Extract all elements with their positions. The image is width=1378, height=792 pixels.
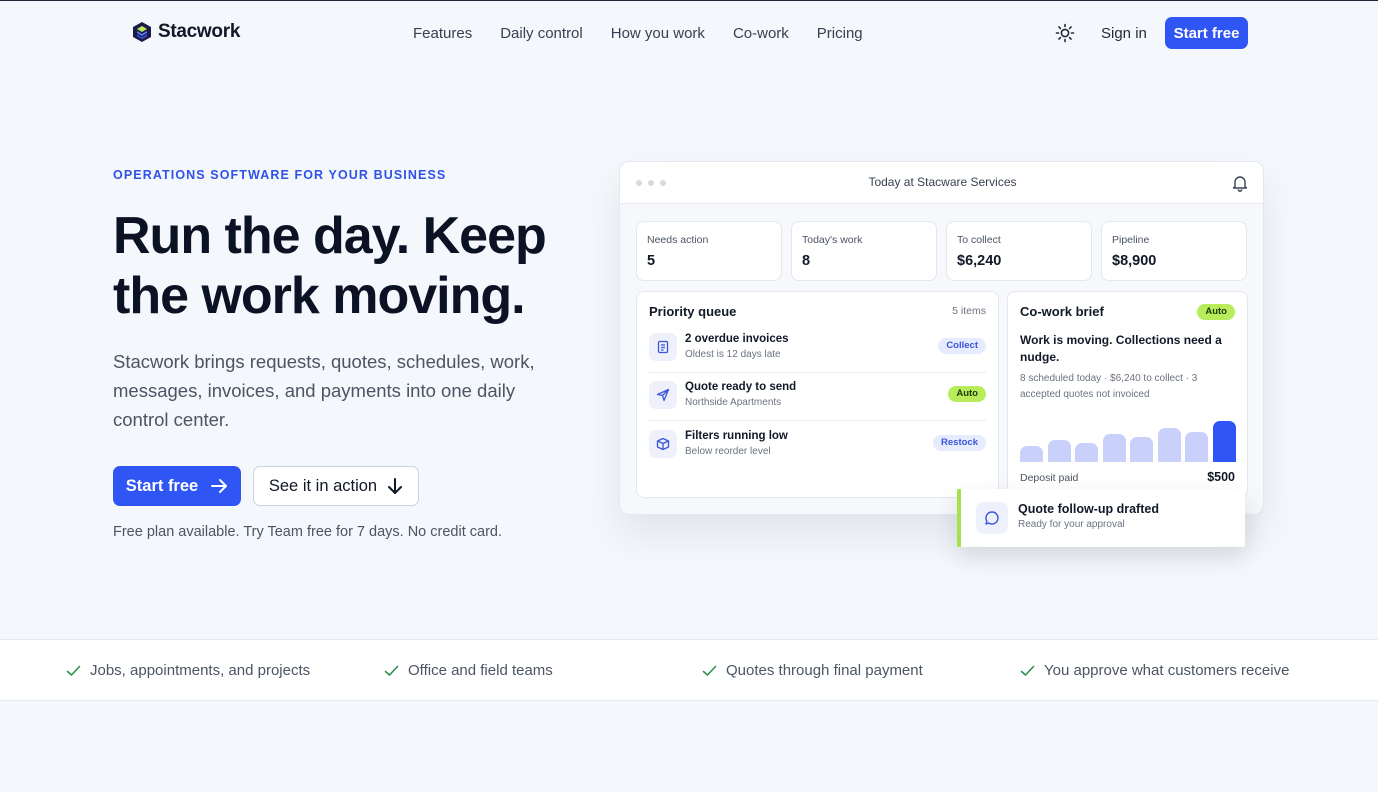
brief-title: Co-work brief [1020, 304, 1104, 319]
nav-start-free-button[interactable]: Start free [1165, 17, 1248, 49]
check-icon [66, 665, 81, 676]
toast-title: Quote follow-up drafted [1018, 502, 1159, 516]
package-icon [649, 430, 677, 458]
feature-item: Office and field teams [384, 662, 553, 679]
brief-bar [1075, 443, 1098, 462]
feature-item: You approve what customers receive [1020, 662, 1289, 679]
stat-card-to-collect[interactable]: To collect $6,240 [946, 221, 1092, 281]
brief-bar [1102, 434, 1126, 462]
queue-item-title: 2 overdue invoices [685, 333, 789, 345]
restock-badge[interactable]: Restock [933, 435, 986, 451]
stat-card-todays-work[interactable]: Today's work 8 [791, 221, 937, 281]
queue-item-title: Filters running low [685, 430, 788, 442]
nav-link-co-work[interactable]: Co-work [733, 25, 789, 42]
brief-bar [1212, 421, 1236, 462]
hero-headline: Run the day. Keep the work moving. [113, 207, 547, 325]
toast-subtitle: Ready for your approval [1018, 519, 1125, 530]
feature-item: Jobs, appointments, and projects [66, 662, 310, 679]
queue-item-filters-low[interactable]: Filters running low Below reorder level … [649, 422, 986, 470]
brief-bar [1130, 437, 1153, 462]
nav-links: Features Daily control How you work Co-w… [413, 25, 863, 42]
chat-bubble-icon [976, 502, 1008, 534]
hero-subtext: Stacwork brings requests, quotes, schedu… [113, 351, 535, 430]
check-icon [1020, 665, 1035, 676]
nav-link-pricing[interactable]: Pricing [817, 25, 863, 42]
nav-link-how-you-work[interactable]: How you work [611, 25, 705, 42]
auto-badge[interactable]: Auto [948, 386, 986, 402]
stacwork-logo-icon [133, 22, 151, 42]
brief-detail: 8 scheduled today · $6,240 to collect · … [1020, 373, 1198, 400]
feature-label: You approve what customers receive [1044, 662, 1290, 679]
stat-label: To collect [957, 234, 1001, 246]
priority-queue-count: 5 items [952, 305, 986, 317]
queue-item-overdue-invoices[interactable]: 2 overdue invoices Oldest is 12 days lat… [649, 325, 986, 373]
co-work-brief-panel: Co-work brief Auto Work is moving. Colle… [1007, 291, 1248, 498]
queue-item-quote-ready[interactable]: Quote ready to send Northside Apartments… [649, 373, 986, 421]
quote-followup-toast[interactable]: Quote follow-up drafted Ready for your a… [957, 489, 1245, 547]
stat-value: $6,240 [957, 253, 1002, 269]
deposit-paid-value: $500 [1207, 470, 1235, 484]
queue-item-subtitle: Below reorder level [685, 446, 771, 457]
dashboard-preview: Today at Stacware Services Needs action … [619, 161, 1264, 515]
see-it-in-action-label: See it in action [268, 476, 378, 495]
brief-bar [1157, 428, 1181, 462]
stat-card-needs-action[interactable]: Needs action 5 [636, 221, 782, 281]
feature-label: Office and field teams [408, 662, 553, 679]
see-it-in-action-button[interactable]: See it in action [253, 466, 419, 506]
check-icon [702, 665, 717, 676]
stat-value: $8,900 [1112, 253, 1157, 269]
brief-bar [1047, 440, 1071, 462]
send-icon [649, 381, 677, 409]
collect-badge[interactable]: Collect [938, 338, 986, 354]
deposit-paid-label: Deposit paid [1020, 472, 1079, 484]
sun-icon[interactable] [1055, 23, 1075, 43]
hero-start-free-label: Start free [125, 476, 199, 495]
check-icon [384, 665, 399, 676]
brief-bar-chart [1020, 410, 1236, 462]
stat-value: 8 [802, 253, 811, 269]
stat-value: 5 [647, 253, 656, 269]
brief-bar [1185, 432, 1208, 462]
hero-start-free-button[interactable]: Start free [113, 466, 241, 506]
brief-auto-badge: Auto [1197, 304, 1235, 320]
priority-queue-panel: Priority queue 5 items 2 overdue invoice… [636, 291, 999, 498]
nav-link-features[interactable]: Features [413, 25, 472, 42]
stat-label: Needs action [647, 234, 709, 246]
sign-in-link[interactable]: Sign in [1101, 25, 1147, 42]
invoice-icon [649, 333, 677, 361]
stat-label: Pipeline [1112, 234, 1150, 246]
feature-label: Jobs, appointments, and projects [90, 662, 311, 679]
stat-card-pipeline[interactable]: Pipeline $8,900 [1101, 221, 1247, 281]
queue-item-subtitle: Oldest is 12 days late [685, 349, 781, 360]
hero-footnote: Free plan available. Try Team free for 7… [113, 524, 502, 540]
arrow-right-icon [211, 479, 228, 493]
brief-bar [1020, 446, 1043, 462]
brand-name: Stacwork [158, 21, 241, 42]
hero-eyebrow: OPERATIONS SOFTWARE FOR YOUR BUSINESS [113, 168, 447, 182]
dashboard-title: Today at Stacware Services [868, 175, 1017, 189]
stat-label: Today's work [802, 234, 863, 246]
brief-headline: Work is moving. Collections need a nudge… [1020, 333, 1222, 364]
dashboard-header: Today at Stacware Services [620, 162, 1263, 204]
arrow-down-icon [388, 478, 403, 494]
bell-icon[interactable] [1232, 174, 1248, 192]
feature-item: Quotes through final payment [702, 662, 923, 679]
queue-item-title: Quote ready to send [685, 381, 797, 393]
nav-link-daily-control[interactable]: Daily control [500, 25, 583, 42]
feature-strip: Jobs, appointments, and projects Office … [0, 639, 1378, 701]
logo[interactable]: Stacwork [132, 21, 240, 43]
top-nav: Stacwork Features Daily control How you … [0, 1, 1378, 65]
feature-label: Quotes through final payment [726, 662, 923, 679]
queue-item-subtitle: Northside Apartments [685, 397, 782, 408]
priority-queue-title: Priority queue [649, 304, 737, 319]
